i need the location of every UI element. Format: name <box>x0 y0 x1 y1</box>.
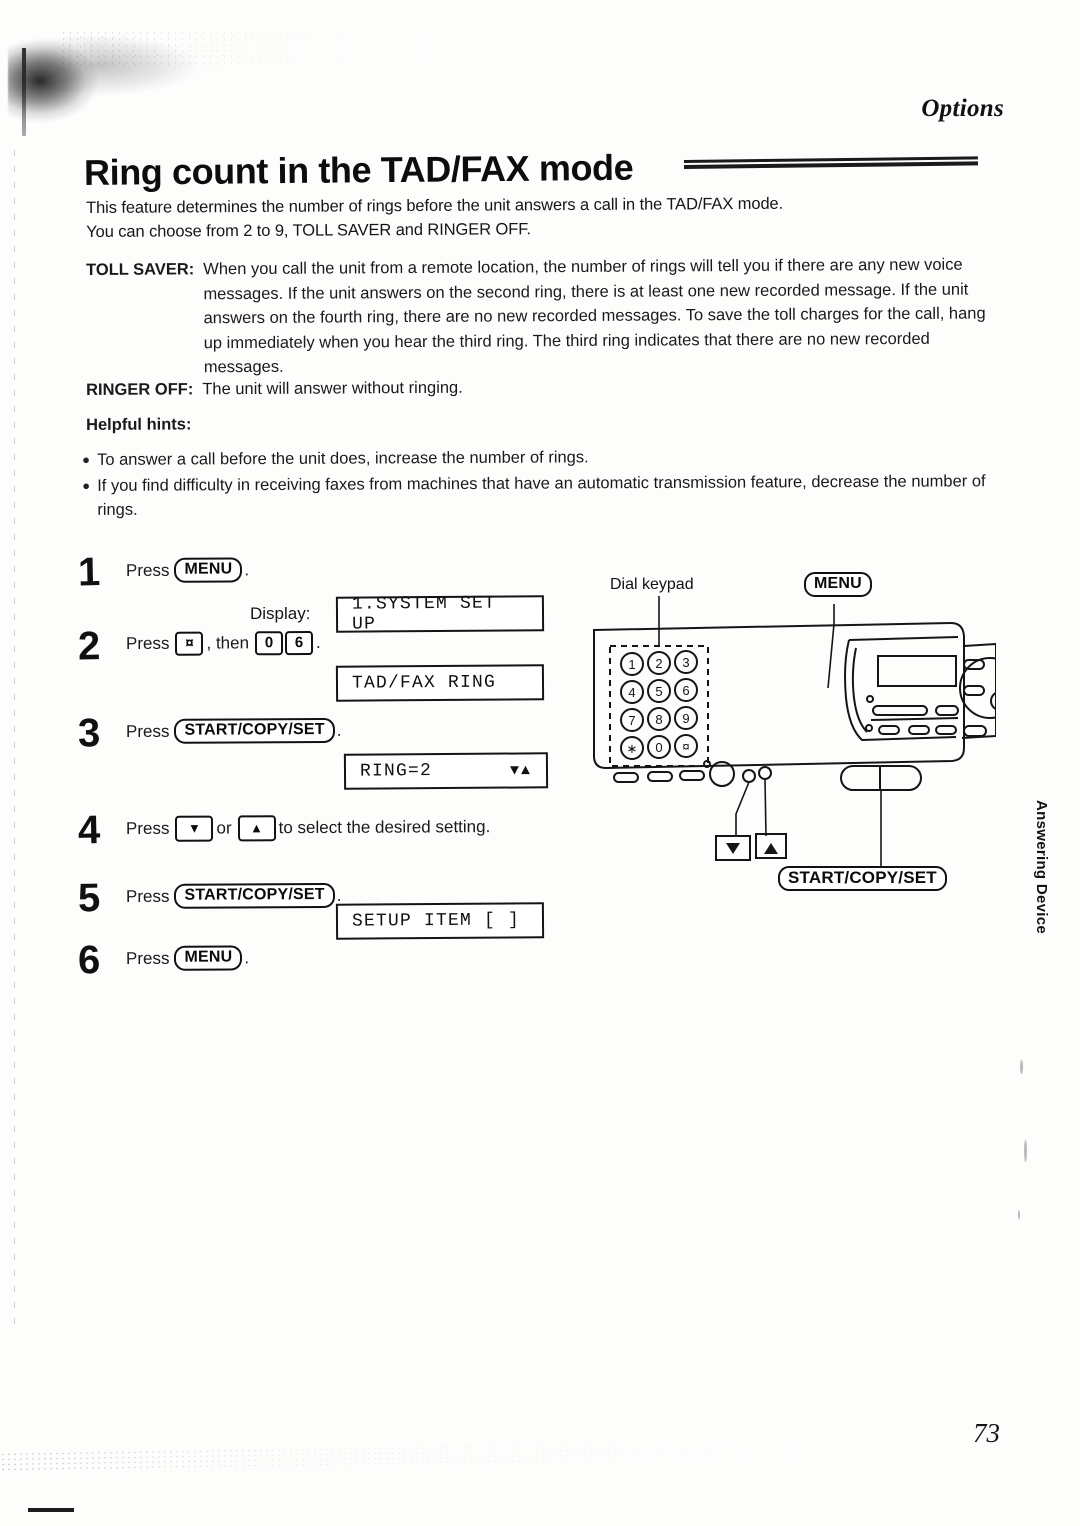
press-label: Press <box>125 560 170 580</box>
scan-left-margin-line <box>14 150 15 1330</box>
svg-text:9: 9 <box>682 711 689 726</box>
step-number: 4 <box>77 807 101 853</box>
side-tab-answering-device: Answering Device <box>1033 800 1050 935</box>
svg-text:∗: ∗ <box>627 741 638 756</box>
definition-description: When you call the unit from a remote loc… <box>203 255 986 377</box>
list-item: ● If you find difficulty in receiving fa… <box>82 469 1000 523</box>
svg-text:0: 0 <box>655 740 662 755</box>
step-instruction: Press START/COPY/SET . <box>125 882 347 909</box>
hint-text: To answer a call before the unit does, i… <box>97 448 589 469</box>
list-item: ● To answer a call before the unit does,… <box>82 443 1000 472</box>
step-number: 2 <box>77 623 101 669</box>
step-period: . <box>336 720 342 740</box>
step-period: . <box>244 559 250 579</box>
scan-bottom-streak-artifact <box>0 1439 821 1474</box>
press-label: Press <box>125 818 170 838</box>
step-number: 5 <box>77 875 101 921</box>
scan-noise-artifact <box>60 30 440 66</box>
lcd-display-3: RING=2 ▼▲ <box>343 752 549 790</box>
definition-term: TOLL SAVER: <box>86 260 195 279</box>
start-copy-set-button[interactable]: START/COPY/SET <box>174 882 335 909</box>
step-connector: or <box>216 818 232 838</box>
lcd-text: 1.SYSTEM SET UP <box>351 593 497 635</box>
press-label: Press <box>125 633 170 653</box>
step-connector: , then <box>206 633 250 653</box>
start-copy-set-callout-button[interactable]: START/COPY/SET <box>778 866 947 891</box>
dial-keypad-label: Dial keypad <box>610 576 694 593</box>
svg-text:3: 3 <box>682 655 689 670</box>
definition-description: The unit will answer without ringing. <box>202 378 463 399</box>
start-copy-set-button[interactable]: START/COPY/SET <box>174 717 335 744</box>
press-label: Press <box>125 721 170 741</box>
svg-text:5: 5 <box>655 684 662 699</box>
lcd-display-2: TAD/FAX RING <box>335 664 545 702</box>
svg-text:1: 1 <box>628 657 635 672</box>
up-arrow-key[interactable]: ▲ <box>237 815 276 842</box>
hint-text: If you find difficulty in receiving faxe… <box>97 471 986 519</box>
scan-speck <box>1018 1210 1020 1220</box>
svg-text:¤: ¤ <box>682 739 689 754</box>
fax-machine-diagram: 123 456 789 ∗ 0 ¤ Dial keypad MENU START… <box>566 568 1021 928</box>
lcd-text: SETUP ITEM [ ] <box>351 910 521 932</box>
menu-callout-button[interactable]: MENU <box>804 572 872 597</box>
scan-spine-edge-artifact <box>22 48 26 136</box>
step-number: 6 <box>77 937 101 983</box>
digit-key-0[interactable]: 0 <box>254 631 284 656</box>
intro-paragraph: This feature determines the number of ri… <box>86 191 986 244</box>
hash-key[interactable]: ¤ <box>175 631 204 656</box>
section-tag: Options <box>921 95 1004 122</box>
intro-line-2: You can choose from 2 to 9, TOLL SAVER a… <box>86 220 531 241</box>
svg-text:6: 6 <box>682 683 689 698</box>
display-label: Display: <box>250 604 311 623</box>
definition-toll-saver: TOLL SAVER: When you call the unit from … <box>86 252 993 380</box>
step-number: 3 <box>77 710 101 756</box>
step-period: . <box>315 632 321 653</box>
definition-ringer-off: RINGER OFF: The unit will answer without… <box>86 372 992 402</box>
hints-list: ● To answer a call before the unit does,… <box>82 443 1000 523</box>
lcd-display-4: SETUP ITEM [ ] <box>335 902 545 940</box>
step-tail-text: to select the desired setting. <box>278 817 491 838</box>
scan-speck <box>1020 1060 1023 1074</box>
scan-speck <box>1024 1140 1027 1162</box>
lcd-text: RING=2 <box>359 761 433 782</box>
manual-page: Options Ring count in the TAD/FAX mode T… <box>0 0 1080 1526</box>
digit-key-6[interactable]: 6 <box>284 631 314 656</box>
hints-heading: Helpful hints: <box>86 415 192 434</box>
step-period: . <box>244 947 250 967</box>
scan-shadow-artifact <box>8 28 208 138</box>
page-title: Ring count in the TAD/FAX mode <box>83 146 634 194</box>
down-arrow-key[interactable]: ▼ <box>175 815 214 842</box>
bullet-icon: ● <box>82 451 90 467</box>
press-label: Press <box>125 886 170 906</box>
step-number: 1 <box>77 549 101 595</box>
lcd-display-1: 1.SYSTEM SET UP <box>335 593 545 635</box>
definition-term: RINGER OFF: <box>86 380 194 399</box>
svg-text:4: 4 <box>628 685 635 700</box>
page-number: 73 <box>973 1418 1000 1448</box>
step-instruction: Press ▼ or ▲ to select the desired setti… <box>126 814 495 842</box>
step-instruction: Press ¤ , then 0 6 . <box>126 631 326 656</box>
svg-text:7: 7 <box>628 713 635 728</box>
bullet-icon: ● <box>82 477 91 493</box>
title-underline-rule <box>683 156 979 172</box>
step-instruction: Press START/COPY/SET . <box>125 717 347 744</box>
menu-button[interactable]: MENU <box>174 945 243 971</box>
scan-bottom-bar-artifact <box>28 1508 74 1512</box>
step-instruction: Press MENU . <box>126 557 254 583</box>
lcd-arrow-indicators: ▼▲ <box>509 761 533 780</box>
svg-text:8: 8 <box>655 712 662 727</box>
press-label: Press <box>125 948 170 968</box>
svg-text:2: 2 <box>655 656 662 671</box>
step-instruction: Press MENU . <box>126 945 254 971</box>
lcd-text: TAD/FAX RING <box>351 672 497 694</box>
menu-button[interactable]: MENU <box>174 557 243 583</box>
